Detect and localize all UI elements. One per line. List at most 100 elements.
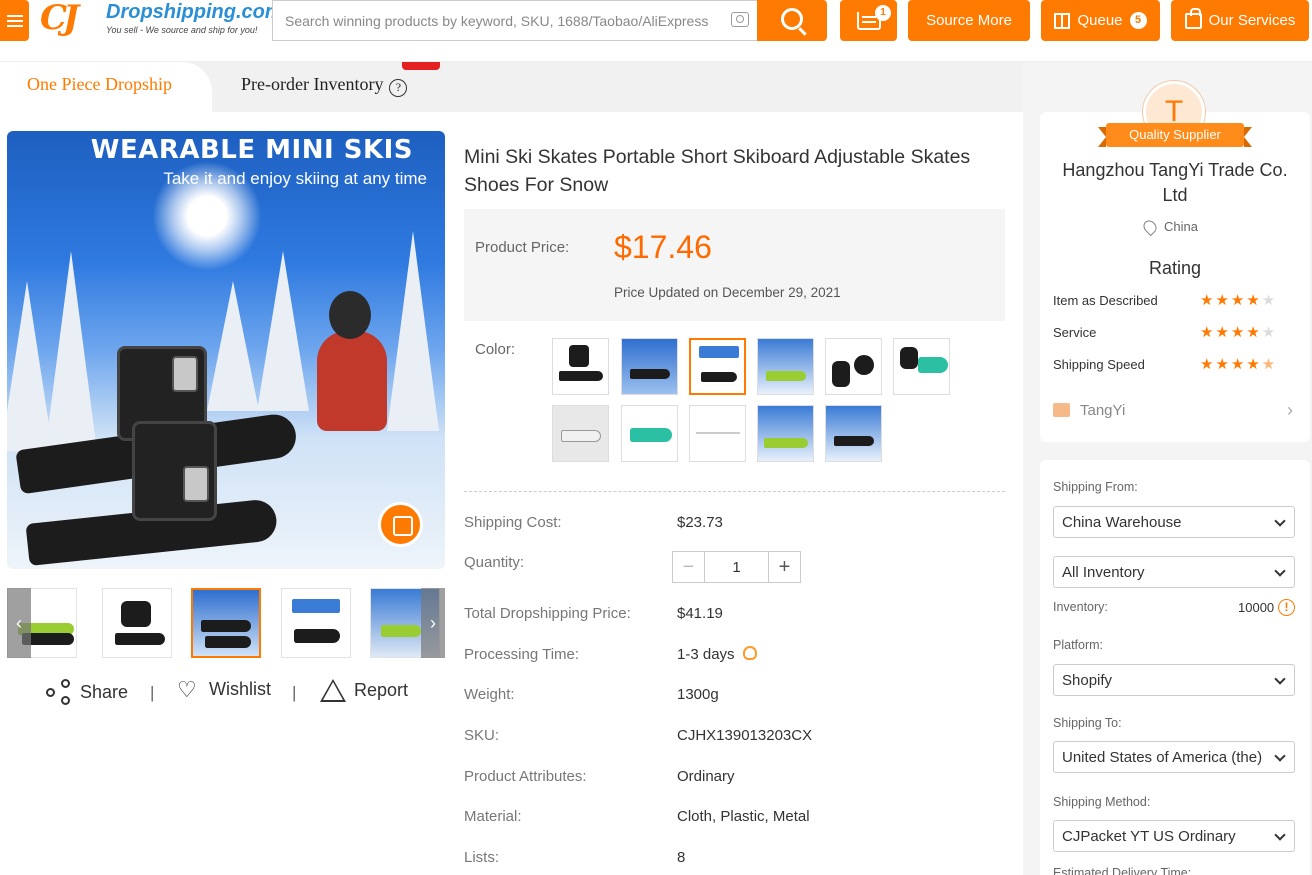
thumbnail-next-arrow[interactable]: › — [421, 588, 445, 658]
rating-title: Rating — [1148, 258, 1202, 278]
search-icon — [781, 8, 803, 30]
snow-tree — [387, 231, 439, 431]
camera-icon[interactable] — [731, 12, 749, 27]
lists-label: Lists: — [464, 849, 500, 866]
divider: | — [150, 683, 155, 702]
site-logo[interactable]: CJ Dropshipping.com You sell - We source… — [38, 0, 283, 41]
supplier-name[interactable]: Hangzhou TangYi Trade Co. Ltd — [1050, 158, 1300, 208]
platform-select[interactable]: Shopify — [1053, 664, 1295, 696]
search-button[interactable] — [757, 0, 827, 41]
tab-pre-order-inventory[interactable]: Pre-order Inventory? — [241, 74, 408, 97]
star-rating: ★★★★★ — [1200, 324, 1278, 341]
processing-time-label: Processing Time: — [464, 646, 580, 663]
color-swatch[interactable] — [825, 405, 882, 462]
select-value: All Inventory — [1062, 563, 1145, 581]
shipping-from-select[interactable]: China Warehouse — [1053, 506, 1295, 538]
rating-label: Item as Described — [1053, 293, 1158, 308]
select-value: China Warehouse — [1062, 513, 1182, 531]
swatch-ski — [918, 357, 948, 373]
queue-icon — [1054, 12, 1071, 29]
wishlist-button[interactable]: ♡ Wishlist — [177, 676, 271, 702]
quality-supplier-badge: Quality Supplier — [1098, 123, 1252, 147]
color-swatch[interactable] — [757, 338, 814, 395]
main-product-image[interactable]: WEARABLE MINI SKIS Take it and enjoy ski… — [7, 131, 445, 569]
swatch-ski — [630, 428, 672, 442]
color-swatch[interactable] — [552, 338, 609, 395]
color-swatch-selected[interactable] — [689, 338, 746, 395]
logo-name: Dropshipping.com — [106, 1, 283, 23]
select-value: Shopify — [1062, 671, 1113, 689]
queue-count-badge: 5 — [1129, 12, 1147, 29]
weight-value: 1300g — [677, 686, 719, 703]
platform-label: Platform: — [1053, 638, 1104, 652]
alert-icon[interactable]: ! — [1278, 599, 1295, 616]
search-input[interactable] — [273, 12, 713, 29]
color-swatch[interactable] — [689, 405, 746, 462]
material-value: Cloth, Plastic, Metal — [677, 808, 810, 825]
select-value: United States of America (the) — [1062, 748, 1263, 766]
swatch-bag — [900, 347, 918, 369]
heart-plus-icon: ♡ — [177, 676, 197, 702]
color-swatch[interactable] — [621, 338, 678, 395]
color-swatch[interactable] — [552, 405, 609, 462]
color-swatch[interactable] — [757, 405, 814, 462]
shop-name: TangYi — [1080, 401, 1126, 419]
color-swatch[interactable] — [893, 338, 950, 395]
hero-title: WEARABLE MINI SKIS — [90, 135, 413, 165]
quantity-decrement-button[interactable]: − — [673, 552, 705, 582]
supplier-shop-link[interactable]: TangYi › — [1053, 400, 1293, 420]
section-divider — [464, 491, 1005, 492]
queue-button[interactable]: Queue 5 — [1041, 0, 1160, 41]
quantity-input[interactable]: 1 — [705, 552, 769, 582]
logo-mark: CJ — [40, 0, 79, 38]
help-icon[interactable]: ? — [389, 79, 408, 97]
color-swatch[interactable] — [825, 338, 882, 395]
download-image-button[interactable] — [378, 502, 423, 547]
thumbnail-strip: ‹ › — [7, 588, 445, 658]
shop-icon — [1053, 403, 1070, 417]
thumbnail[interactable] — [281, 588, 351, 658]
supplier-location: China — [1140, 217, 1198, 236]
product-title: Mini Ski Skates Portable Short Skiboard … — [464, 146, 971, 196]
ski-buckle — [172, 356, 198, 392]
swatch-ski — [764, 438, 808, 448]
shipping-method-select[interactable]: CJPacket YT US Ordinary — [1053, 820, 1295, 852]
snow-tree — [257, 251, 309, 411]
quantity-increment-button[interactable]: + — [769, 552, 800, 582]
rating-label: Shipping Speed — [1053, 357, 1145, 372]
logo-tagline: You sell - We source and ship for you! — [106, 25, 258, 35]
swatch-ski — [559, 371, 603, 381]
shipping-to-select[interactable]: United States of America (the) — [1053, 741, 1295, 773]
swatch-ski — [630, 369, 670, 379]
lightbulb-icon[interactable] — [742, 646, 757, 660]
product-actions: Share | ♡ Wishlist | Report — [46, 676, 426, 709]
our-services-button[interactable]: Our Services — [1171, 0, 1309, 41]
thumbnail-selected[interactable] — [191, 588, 261, 658]
thumb-boot — [121, 601, 151, 627]
star-rating: ★★★★★ — [1200, 292, 1278, 309]
color-swatch[interactable] — [621, 405, 678, 462]
thumbnail-prev-arrow[interactable]: ‹ — [7, 588, 31, 658]
hero-subtitle: Take it and enjoy skiing at any time — [163, 169, 427, 188]
inventory-type-select[interactable]: All Inventory — [1053, 556, 1295, 588]
swatch-ski — [766, 371, 806, 381]
swatch-ski — [834, 436, 874, 446]
top-header: CJ Dropshipping.com You sell - We source… — [0, 0, 1312, 62]
processing-time-value: 1-3 days — [677, 646, 757, 663]
share-button[interactable]: Share — [46, 679, 128, 705]
skier-figure — [307, 291, 387, 461]
source-more-button[interactable]: Source More — [908, 0, 1030, 41]
services-label: Our Services — [1208, 12, 1296, 29]
snow-tree — [207, 281, 259, 411]
price-box: Product Price: $17.46 Price Updated on D… — [464, 209, 1005, 321]
share-label: Share — [80, 681, 129, 702]
menu-button[interactable] — [0, 0, 29, 41]
share-icon — [46, 679, 72, 705]
mode-tabs: One Piece Dropship Pre-order Inventory? — [0, 62, 1023, 112]
report-button[interactable]: Report — [320, 679, 408, 702]
tab-one-piece-dropship[interactable]: One Piece Dropship — [0, 62, 212, 112]
thumbnail[interactable] — [102, 588, 172, 658]
thumb-ski — [294, 629, 340, 643]
report-label: Report — [354, 680, 409, 700]
processing-time-text: 1-3 days — [677, 646, 735, 663]
